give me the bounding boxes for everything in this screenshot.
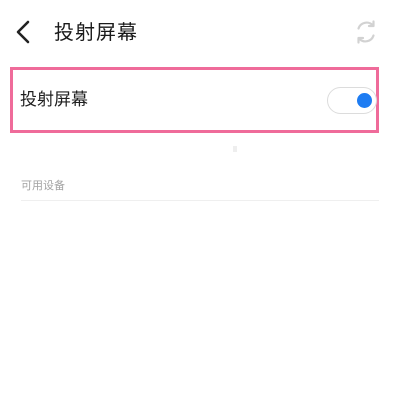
refresh-icon xyxy=(357,20,375,44)
cast-screen-toggle[interactable] xyxy=(327,87,377,114)
available-devices-header: 可用设备 xyxy=(21,179,65,192)
cast-screen-setting-row[interactable]: 投射屏幕 xyxy=(13,70,377,130)
back-button[interactable] xyxy=(10,16,40,48)
toggle-knob xyxy=(357,92,372,108)
cast-screen-label: 投射屏幕 xyxy=(20,90,88,110)
refresh-button[interactable] xyxy=(352,18,380,46)
section-divider xyxy=(21,200,379,201)
top-bar: 投射屏幕 xyxy=(0,0,400,64)
chevron-left-icon xyxy=(16,20,30,44)
cast-screen-page: 投射屏幕 投射屏幕 可用设备 xyxy=(0,0,400,401)
page-title: 投射屏幕 xyxy=(54,20,138,44)
divider-mark xyxy=(233,146,237,152)
